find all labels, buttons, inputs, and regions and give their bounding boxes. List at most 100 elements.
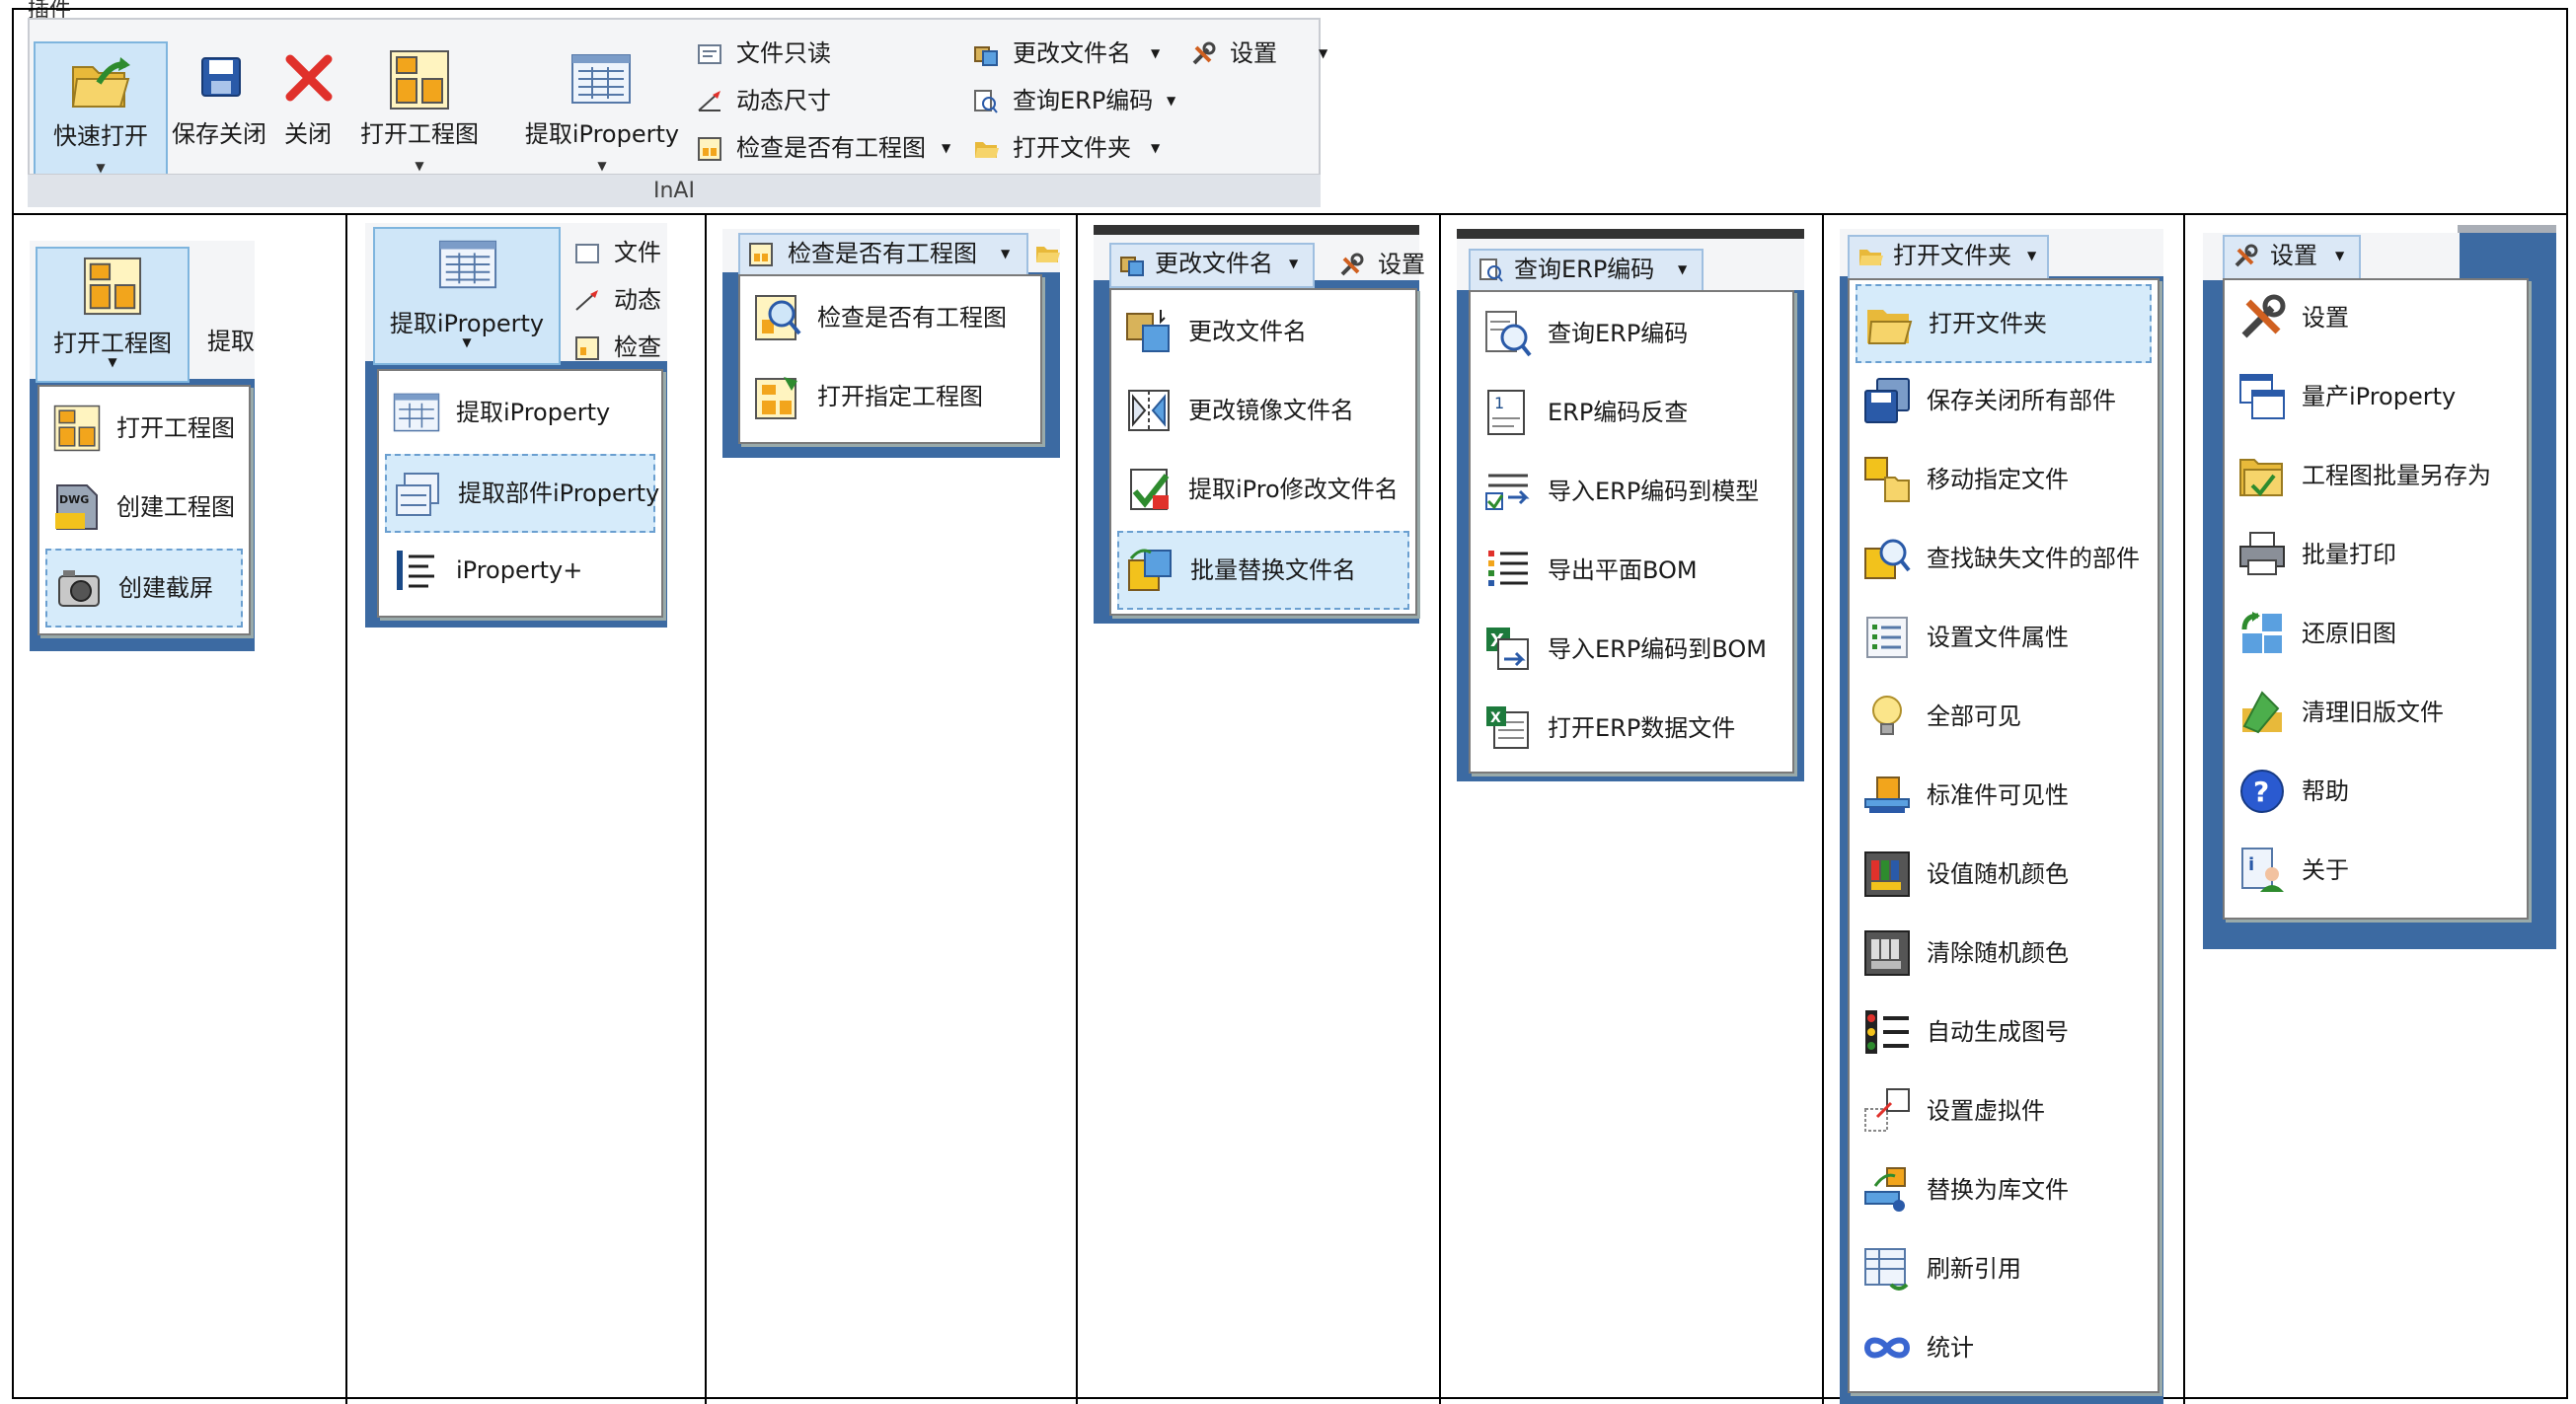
chevron-down-icon: ▼ — [1289, 257, 1299, 270]
menu-item-extract-iproperty[interactable]: 提取iProperty — [385, 375, 655, 450]
open-folder-dropdown[interactable]: 打开文件夹 ▼ — [1848, 235, 2049, 280]
menu-item-label: iProperty+ — [456, 556, 583, 584]
menu-item-clear-random-color[interactable]: 清除随机颜色 — [1856, 916, 2152, 991]
folder-open-icon — [71, 57, 130, 108]
panel-top-shadow — [1457, 229, 1804, 239]
drawing-sheet-icon — [53, 405, 101, 452]
extract-iproperty-label: 提取iProperty — [524, 120, 680, 148]
floppy-disk-icon — [201, 57, 241, 97]
import-list-icon — [1485, 474, 1530, 510]
menu-item-help[interactable]: ? 帮助 — [2231, 754, 2521, 829]
menu-item-open-drawing[interactable]: 打开工程图 — [45, 391, 243, 466]
lightbulb-icon — [1872, 696, 1902, 735]
menu-item-open-folder[interactable]: 打开文件夹 — [1856, 284, 2152, 363]
open-drawing-button[interactable]: 打开工程图 ▼ — [36, 247, 189, 383]
menu-item-iproperty-plus[interactable]: iProperty+ — [385, 533, 655, 608]
menu-item-query-erp[interactable]: 查询ERP编码 — [1477, 296, 1786, 371]
dynamic-size-label: 动态尺寸 — [736, 87, 831, 114]
menu-item-show-all[interactable]: 全部可见 — [1856, 679, 2152, 754]
check-rename-icon — [1130, 469, 1170, 510]
menu-item-extract-part-iproperty[interactable]: 提取部件iProperty — [385, 454, 659, 533]
menu-item-clean-old-versions[interactable]: 清理旧版文件 — [2231, 675, 2521, 750]
menu-item-about[interactable]: i 关于 — [2231, 833, 2521, 908]
chevron-down-icon: ▼ — [108, 355, 117, 369]
menu-item-import-erp-to-bom[interactable]: X 导入ERP编码到BOM — [1477, 612, 1786, 687]
menu-item-standard-part-visibility[interactable]: 标准件可见性 — [1856, 758, 2152, 833]
menu-item-set-file-properties[interactable]: 设置文件属性 — [1856, 600, 2152, 675]
close-button[interactable]: 关闭 — [274, 41, 341, 185]
tools-icon — [1340, 253, 1364, 276]
chevron-down-icon: ▼ — [1151, 46, 1161, 60]
menu-item-set-random-color[interactable]: 设值随机颜色 — [1856, 837, 2152, 912]
menu-item-label: 打开ERP数据文件 — [1548, 714, 1736, 742]
open-drawing-icon — [755, 377, 797, 419]
col-divider — [1439, 213, 1441, 1404]
extract-iproperty-button[interactable]: 提取iProperty ▼ — [511, 41, 693, 185]
chevron-down-icon: ▼ — [1151, 141, 1161, 155]
menu-item-find-missing-parts[interactable]: 查找缺失文件的部件 — [1856, 521, 2152, 596]
menu-item-mass-iproperty[interactable]: 量产iProperty — [2231, 359, 2521, 434]
rename-file-dropdown[interactable]: 更改文件名 ▼ — [1109, 243, 1315, 288]
menu-item-label: 还原旧图 — [2302, 620, 2396, 647]
menu-item-batch-replace-filename[interactable]: 批量替换文件名 — [1117, 531, 1409, 610]
rename-file-label: 更改文件名 — [1013, 39, 1131, 67]
menu-item-create-drawing[interactable]: DWG 创建工程图 — [45, 470, 243, 545]
quick-open-button[interactable]: 快速打开 ▼ — [34, 41, 168, 189]
printer-icon — [2239, 532, 2285, 575]
menu-item-export-flat-bom[interactable]: 导出平面BOM — [1477, 533, 1786, 608]
query-erp-dropdown[interactable]: 查询ERP编码 ▼ — [1469, 249, 1704, 294]
menu-item-label: 导入ERP编码到模型 — [1548, 478, 1760, 505]
bom-list-icon — [1488, 551, 1528, 586]
menu-item-label: 移动指定文件 — [1927, 466, 2069, 493]
color-palette-icon — [1864, 851, 1910, 897]
menu-item-statistics[interactable]: 统计 — [1856, 1310, 2152, 1385]
drawing-sheet-icon — [390, 50, 449, 110]
menu-item-auto-drawing-number[interactable]: 自动生成图号 — [1856, 995, 2152, 1070]
menu-item-restore-old-drawing[interactable]: 还原旧图 — [2231, 596, 2521, 671]
menu-item-set-virtual-part[interactable]: 设置虚拟件 — [1856, 1073, 2152, 1148]
dimension-icon — [575, 290, 598, 311]
menu-item-check-drawing[interactable]: 检查是否有工程图 — [746, 280, 1034, 355]
check-drawing-label: 检查是否有工程图 — [788, 240, 977, 267]
menu-item-save-close-all-parts[interactable]: 保存关闭所有部件 — [1856, 363, 2152, 438]
menu-item-batch-print[interactable]: 批量打印 — [2231, 517, 2521, 592]
menu-item-settings[interactable]: 设置 — [2231, 280, 2521, 355]
menu-item-rename-file[interactable]: 更改文件名 — [1117, 294, 1409, 369]
menu-item-label: 自动生成图号 — [1927, 1018, 2069, 1046]
extract-iproperty-label: 提取iProperty — [389, 310, 545, 337]
check-drawing-dropdown[interactable]: 检查是否有工程图 ▼ — [738, 233, 1028, 278]
menu-item-replace-with-library[interactable]: 替换为库文件 — [1856, 1152, 2152, 1227]
menu-item-label: 创建工程图 — [116, 493, 235, 521]
chevron-down-icon: ▼ — [1167, 94, 1176, 108]
rename-cube-icon — [974, 46, 998, 66]
chevron-down-icon: ▼ — [1319, 46, 1328, 60]
menu-item-erp-reverse-lookup[interactable]: 1 ERP编码反查 — [1477, 375, 1786, 450]
menu-item-label: 查找缺失文件的部件 — [1927, 545, 2140, 572]
menu-item-label: 刷新引用 — [1927, 1255, 2021, 1283]
menu-item-rename-mirror-file[interactable]: 更改镜像文件名 — [1117, 373, 1409, 448]
panel-top-shadow — [1094, 225, 1419, 235]
chevron-down-icon: ▼ — [2335, 249, 2345, 262]
menu-item-import-erp-to-model[interactable]: 导入ERP编码到模型 — [1477, 454, 1786, 529]
menu-item-create-screenshot[interactable]: 创建截屏 — [45, 549, 243, 628]
menu-item-label: 批量替换文件名 — [1190, 556, 1356, 584]
settings-dropdown[interactable]: 设置 ▼ — [2223, 235, 2361, 280]
readonly-icon — [698, 44, 721, 64]
tools-icon — [1192, 41, 1216, 65]
find-missing-icon — [1864, 539, 1911, 579]
menu-item-open-specified-drawing[interactable]: 打开指定工程图 — [746, 359, 1034, 434]
menu-item-label: 导出平面BOM — [1548, 556, 1698, 584]
open-drawing-button[interactable]: 打开工程图 ▼ — [349, 41, 490, 185]
menu-item-refresh-references[interactable]: 刷新引用 — [1856, 1231, 2152, 1306]
menu-item-label: 检查是否有工程图 — [817, 304, 1007, 332]
save-close-button[interactable]: 保存关闭 — [168, 41, 270, 185]
extract-iproperty-button[interactable]: 提取iProperty ▼ — [373, 227, 561, 365]
menu-item-open-erp-data-file[interactable]: X 打开ERP数据文件 — [1477, 691, 1786, 766]
open-folder-label: 打开文件夹 — [1893, 242, 2011, 269]
erp-query-icon — [1479, 259, 1503, 282]
menu-item-ipro-rename[interactable]: 提取iPro修改文件名 — [1117, 452, 1409, 527]
menu-item-label: 全部可见 — [1927, 702, 2021, 730]
dimension-icon — [698, 91, 720, 111]
menu-item-move-file[interactable]: 移动指定文件 — [1856, 442, 2152, 517]
menu-item-batch-save-drawing[interactable]: 工程图批量另存为 — [2231, 438, 2521, 513]
